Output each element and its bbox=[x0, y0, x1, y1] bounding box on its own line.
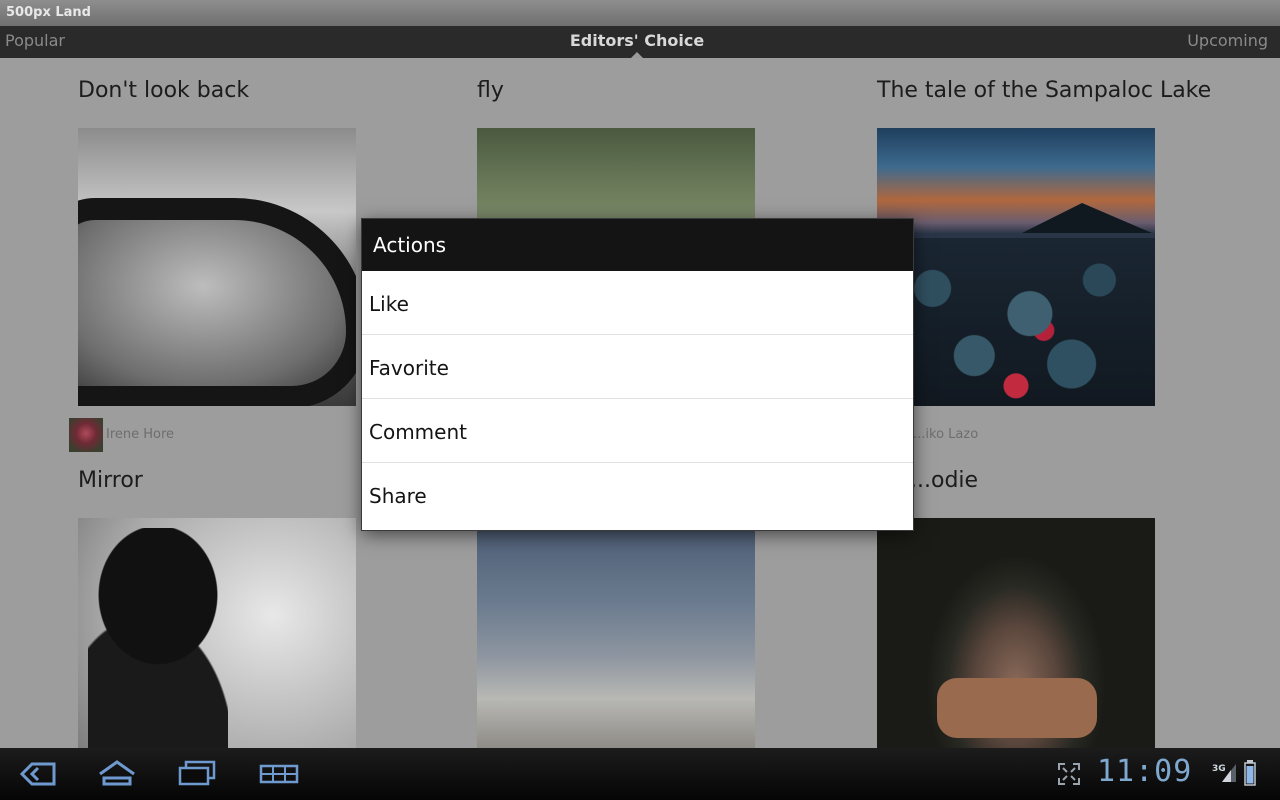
recent-apps-icon[interactable] bbox=[176, 758, 218, 790]
photo-thumbnail[interactable] bbox=[78, 128, 356, 406]
dialog-title: Actions bbox=[362, 219, 913, 271]
photo-silhouette bbox=[88, 528, 228, 748]
photo-title: fly bbox=[477, 78, 504, 103]
photo-thumbnail[interactable] bbox=[477, 518, 755, 748]
system-bar: 11:09 bbox=[0, 748, 1280, 800]
photo-title: ...odie bbox=[910, 468, 979, 493]
menu-icon[interactable] bbox=[258, 758, 300, 790]
photo-lilypads bbox=[877, 238, 1155, 406]
action-share[interactable]: Share bbox=[362, 463, 913, 527]
action-comment[interactable]: Comment bbox=[362, 399, 913, 463]
photo-mountain-shape bbox=[1022, 203, 1152, 233]
photo-title: The tale of the Sampaloc Lake bbox=[877, 78, 1212, 103]
photo-title: Don't look back bbox=[78, 78, 250, 103]
action-favorite[interactable]: Favorite bbox=[362, 335, 913, 399]
app-title: 500px Land bbox=[6, 5, 91, 20]
photo-thumbnail[interactable] bbox=[877, 518, 1155, 748]
back-icon[interactable] bbox=[18, 758, 58, 790]
photo-title: Mirror bbox=[78, 468, 143, 493]
photo-thumbnail[interactable] bbox=[78, 518, 356, 748]
avatar[interactable] bbox=[69, 418, 103, 452]
screen-compat-icon[interactable] bbox=[1057, 762, 1081, 786]
photo-face-mask bbox=[937, 678, 1097, 738]
photo-thumbnail[interactable] bbox=[877, 128, 1155, 406]
photo-mirror-shape bbox=[78, 198, 356, 406]
battery-icon bbox=[1244, 760, 1256, 786]
app-title-bar: 500px Land bbox=[0, 0, 1280, 26]
home-icon[interactable] bbox=[96, 758, 138, 790]
actions-dialog: Actions Like Favorite Comment Share bbox=[362, 219, 913, 530]
network-type-label: 3G bbox=[1212, 764, 1226, 774]
tab-strip: Popular Editors' Choice Upcoming bbox=[0, 26, 1280, 58]
clock[interactable]: 11:09 bbox=[1097, 754, 1192, 789]
tab-upcoming[interactable]: Upcoming bbox=[1187, 26, 1268, 56]
action-like[interactable]: Like bbox=[362, 271, 913, 335]
photo-author[interactable]: Irene Hore bbox=[106, 427, 174, 442]
photo-author[interactable]: ...iko Lazo bbox=[913, 427, 978, 442]
